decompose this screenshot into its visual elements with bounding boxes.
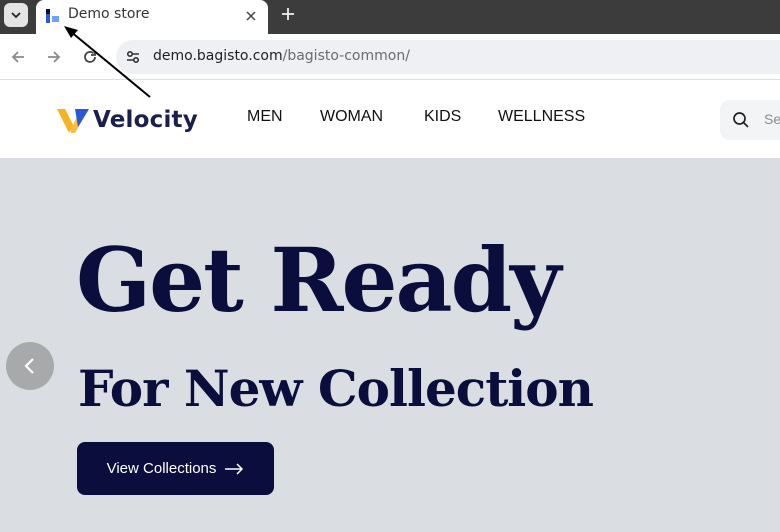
view-collections-button[interactable]: View Collections — [77, 442, 274, 495]
browser-tab-strip: Demo store — [0, 0, 780, 34]
close-tab-icon[interactable] — [242, 7, 260, 25]
nav-item-woman[interactable]: WOMAN — [320, 108, 383, 126]
new-tab-button[interactable] — [278, 4, 298, 24]
nav-item-wellness[interactable]: WELLNESS — [498, 108, 585, 126]
hero-banner: Get Ready For New Collection View Collec… — [0, 158, 780, 532]
store-favicon-icon — [46, 9, 59, 23]
arrow-right-icon — [48, 51, 61, 63]
logo-text: Velocity — [93, 107, 198, 133]
carousel-prev-button[interactable] — [6, 342, 54, 390]
reload-icon — [84, 51, 96, 63]
site-search-input[interactable]: Se — [720, 100, 780, 140]
site-header: Velocity MEN WOMAN KIDS WELLNESS Se — [0, 80, 780, 158]
hero-subtitle: For New Collection — [78, 359, 594, 418]
url-path: /bagisto-common/ — [282, 48, 410, 64]
site-logo[interactable]: Velocity — [56, 104, 198, 136]
site-settings-icon[interactable] — [124, 48, 142, 66]
url-text[interactable]: demo.bagisto.com/bagisto-common/ — [153, 48, 410, 64]
arrow-left-icon — [11, 51, 24, 63]
search-icon — [733, 112, 749, 128]
arrow-right-icon — [225, 462, 244, 475]
tab-title: Demo store — [68, 6, 150, 22]
velocity-logo-icon — [57, 109, 89, 133]
chevron-down-icon — [11, 12, 21, 19]
address-bar[interactable]: demo.bagisto.com/bagisto-common/ — [116, 40, 780, 74]
tab-search-button[interactable] — [4, 3, 28, 27]
browser-toolbar: demo.bagisto.com/bagisto-common/ — [0, 34, 780, 80]
forward-button[interactable] — [43, 46, 65, 68]
chevron-left-icon — [24, 358, 34, 374]
nav-item-men[interactable]: MEN — [247, 108, 283, 126]
hero-title: Get Ready — [76, 228, 561, 332]
reload-button[interactable] — [79, 46, 101, 68]
url-domain: demo.bagisto.com — [153, 48, 283, 64]
plus-icon — [282, 8, 294, 20]
nav-item-kids[interactable]: KIDS — [424, 108, 461, 126]
cta-label: View Collections — [106, 460, 217, 477]
browser-tab[interactable]: Demo store — [36, 0, 268, 34]
back-button[interactable] — [7, 46, 29, 68]
search-placeholder: Se — [764, 111, 780, 127]
